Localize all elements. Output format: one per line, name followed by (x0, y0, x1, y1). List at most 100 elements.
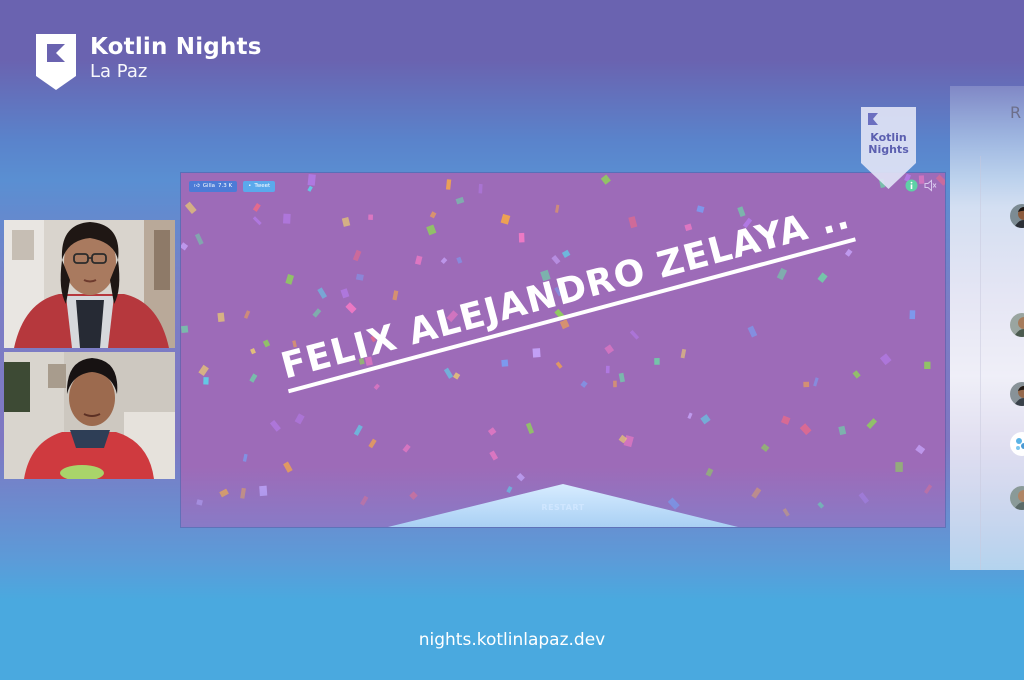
confetti-piece (737, 206, 746, 218)
participant-video-1[interactable] (4, 220, 175, 348)
like-button[interactable]: 👍︎ Gilla 7.3 K (189, 181, 238, 192)
confetti-piece (414, 255, 423, 266)
confetti-piece (604, 344, 615, 355)
confetti-piece (518, 232, 525, 243)
confetti-piece (817, 272, 828, 283)
pin-label: Kotlin Nights (861, 132, 916, 156)
confetti-piece (500, 213, 511, 225)
confetti-piece (618, 372, 625, 383)
confetti-piece (373, 383, 380, 390)
confetti-piece (654, 358, 660, 365)
confetti-piece (799, 423, 812, 436)
kotlin-k-small-icon (868, 113, 878, 125)
confetti-piece (452, 372, 461, 380)
confetti-piece (600, 174, 611, 185)
confetti-piece (760, 443, 770, 453)
confetti-piece (307, 185, 313, 192)
confetti-piece (605, 365, 610, 374)
brand-subtitle: La Paz (90, 61, 148, 82)
confetti-piece (355, 273, 364, 281)
social-buttons: 👍︎ Gilla 7.3 K • Tweet (189, 181, 276, 192)
confetti-piece (924, 361, 931, 369)
confetti-piece (551, 254, 561, 265)
panel-divider (980, 156, 981, 570)
confetti-piece (455, 196, 465, 205)
confetti-piece (879, 353, 892, 366)
confetti-piece (696, 205, 705, 213)
confetti-piece (252, 203, 261, 212)
confetti-piece (249, 373, 258, 383)
confetti-piece (269, 419, 281, 432)
thumbs-up-icon: 👍︎ (194, 183, 200, 189)
like-count: 7.3 K (217, 183, 233, 189)
confetti-piece (368, 438, 377, 449)
confetti-piece (776, 267, 788, 281)
like-label: Gilla (202, 183, 215, 189)
confetti-piece (747, 325, 758, 338)
confetti-piece (353, 424, 363, 436)
confetti-piece (700, 414, 711, 425)
confetti-piece (532, 348, 541, 358)
restart-button[interactable]: RESTART (538, 503, 588, 512)
confetti-piece (559, 319, 570, 330)
confetti-piece (555, 204, 560, 213)
confetti-piece (340, 288, 350, 299)
confetti-piece (312, 308, 322, 318)
confetti-piece (184, 201, 197, 214)
confetti-piece (307, 174, 316, 186)
tweet-button[interactable]: • Tweet (243, 181, 276, 192)
speaker-icon[interactable] (924, 179, 937, 192)
twitter-bird-icon: • (248, 183, 252, 189)
confetti-piece (242, 453, 248, 462)
confetti-piece (852, 370, 861, 379)
footer-url[interactable]: nights.kotlinlapaz.dev (0, 630, 1024, 650)
confetti-piece (525, 422, 535, 435)
confetti-piece (426, 224, 437, 236)
panel-header: R (1010, 103, 1022, 122)
confetti-piece (352, 249, 362, 262)
confetti-piece (392, 290, 399, 301)
confetti-piece (687, 412, 693, 420)
confetti-piece (252, 216, 262, 226)
participant-2-image (4, 352, 175, 479)
confetti-piece (181, 325, 189, 334)
confetti-piece (341, 217, 351, 227)
confetti-piece (440, 257, 448, 265)
confetti-piece (445, 179, 452, 190)
brand-header: Kotlin Nights La Paz (36, 34, 262, 90)
confetti-piece (628, 216, 638, 229)
confetti-piece (680, 348, 687, 359)
confetti-piece (368, 214, 373, 220)
confetti-piece (915, 444, 926, 455)
participant-video-2[interactable] (4, 352, 175, 479)
confetti-piece (838, 425, 847, 436)
confetti-piece (684, 223, 693, 232)
confetti-piece (443, 367, 454, 379)
confetti-piece (561, 249, 571, 259)
tweet-label: Tweet (254, 183, 271, 189)
confetti-piece (844, 248, 853, 257)
confetti-piece (294, 413, 305, 425)
confetti-piece (780, 415, 791, 425)
confetti-piece (909, 310, 916, 320)
confetti-piece (262, 339, 271, 348)
confetti-piece (243, 310, 251, 319)
confetti-piece (317, 287, 328, 299)
brand-title: Kotlin Nights (90, 34, 262, 60)
confetti-piece (250, 348, 256, 355)
confetti-piece (282, 213, 291, 224)
confetti-piece (402, 444, 411, 453)
confetti-piece (456, 256, 463, 264)
confetti-piece (203, 377, 209, 385)
confetti-piece (866, 418, 878, 429)
confetti-piece (629, 330, 640, 340)
confetti-piece (478, 183, 483, 194)
confetti-piece (487, 427, 497, 436)
confetti-piece (935, 174, 945, 186)
participant-1-image (4, 220, 175, 348)
confetti-piece (217, 312, 225, 323)
confetti-piece (198, 364, 209, 376)
confetti-piece (285, 274, 295, 285)
confetti-piece (501, 359, 509, 367)
confetti-piece (555, 361, 563, 369)
